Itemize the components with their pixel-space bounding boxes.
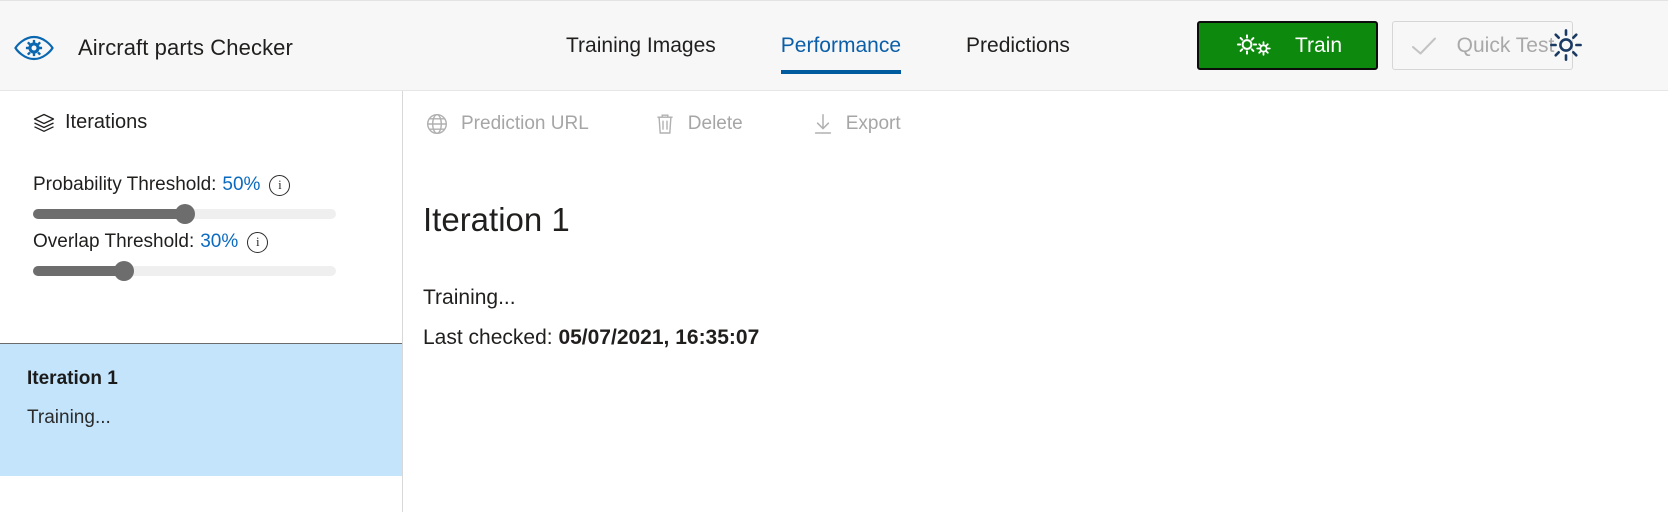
checkmark-icon: [1411, 36, 1437, 56]
train-button-label: Train: [1294, 33, 1343, 57]
probability-threshold-slider[interactable]: [33, 204, 336, 224]
page-title: Aircraft parts Checker: [78, 35, 293, 60]
export-label: Export: [845, 113, 901, 134]
overlap-threshold-value: 30%: [200, 231, 239, 252]
quick-test-button[interactable]: Quick Test: [1392, 21, 1573, 70]
prediction-url-button[interactable]: Prediction URL: [412, 99, 603, 149]
delete-label: Delete: [687, 113, 743, 134]
export-button[interactable]: Export: [799, 99, 915, 149]
delete-button[interactable]: Delete: [641, 99, 757, 149]
stacked-layers-icon: [33, 113, 55, 133]
overlap-threshold-slider[interactable]: [33, 261, 336, 281]
prediction-url-label: Prediction URL: [461, 113, 589, 134]
probability-threshold-value: 50%: [222, 174, 261, 195]
iteration-list-status: Training...: [27, 407, 111, 428]
overlap-threshold-slider-thumb[interactable]: [113, 261, 134, 281]
sidebar: Iterations Probability Threshold: 50% i …: [0, 91, 403, 512]
globe-icon: [426, 113, 448, 135]
iteration-detail-status: Training...: [423, 286, 516, 309]
app-header: Aircraft parts Checker Training Images P…: [0, 0, 1668, 91]
app-root: Aircraft parts Checker Training Images P…: [0, 0, 1668, 512]
quick-test-button-label: Quick Test: [1456, 33, 1555, 57]
main-content: Prediction URL Delete Export Iteration 1…: [404, 91, 1668, 512]
tab-performance[interactable]: Performance: [780, 34, 902, 74]
download-icon: [813, 113, 833, 135]
tab-training-images[interactable]: Training Images: [566, 34, 716, 74]
overlap-threshold-slider-fill: [33, 266, 124, 276]
command-bar: Prediction URL Delete Export: [404, 99, 915, 149]
sidebar-heading-label: Iterations: [65, 111, 148, 133]
double-gear-icon: [1233, 33, 1273, 59]
info-icon[interactable]: i: [247, 231, 269, 253]
overlap-threshold-label-text: Overlap Threshold:: [33, 231, 195, 252]
overlap-threshold-slider-block: Overlap Threshold: 30% i: [33, 231, 336, 281]
last-checked-label: Last checked:: [423, 326, 553, 349]
last-checked-value: 05/07/2021, 16:35:07: [558, 326, 760, 349]
train-button[interactable]: Train: [1197, 21, 1378, 70]
overlap-threshold-label: Overlap Threshold: 30% i: [33, 231, 336, 253]
brand: Aircraft parts Checker: [14, 28, 293, 68]
sidebar-heading: Iterations: [33, 111, 147, 134]
probability-threshold-slider-thumb[interactable]: [174, 204, 195, 224]
iteration-detail-title: Iteration 1: [423, 201, 570, 238]
probability-threshold-label-text: Probability Threshold:: [33, 174, 217, 195]
gear-icon[interactable]: [1548, 27, 1584, 63]
eye-gear-logo-icon: [14, 28, 54, 68]
iteration-list-name: Iteration 1: [27, 368, 118, 389]
last-checked-line: Last checked: 05/07/2021, 16:35:07: [423, 326, 759, 350]
tab-predictions[interactable]: Predictions: [966, 34, 1070, 74]
probability-threshold-slider-fill: [33, 209, 185, 219]
trash-icon: [655, 113, 675, 135]
list-item-iteration-1[interactable]: Iteration 1 Training...: [0, 343, 402, 476]
main-nav: Training Images Performance Predictions: [566, 34, 1070, 74]
probability-threshold-slider-block: Probability Threshold: 50% i: [33, 174, 336, 224]
probability-threshold-label: Probability Threshold: 50% i: [33, 174, 336, 196]
info-icon[interactable]: i: [269, 174, 291, 196]
